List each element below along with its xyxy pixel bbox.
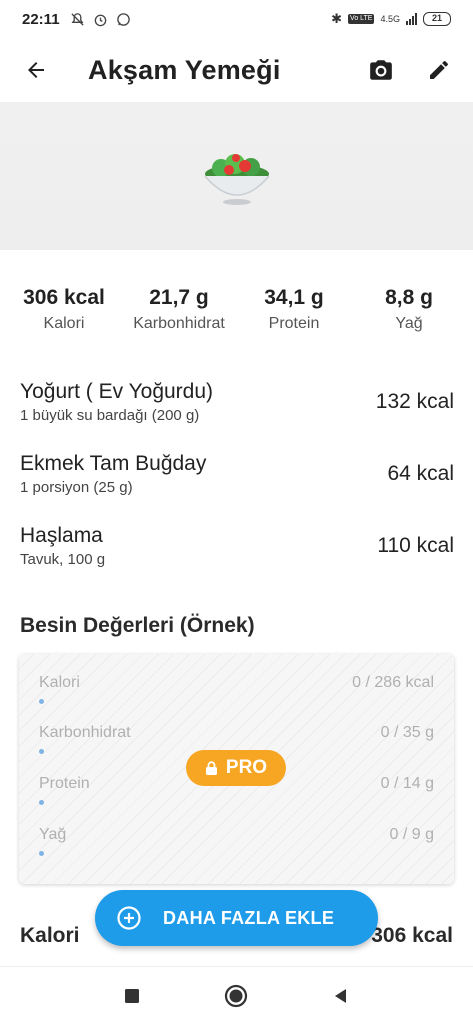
edit-button[interactable] (417, 48, 461, 92)
pro-button[interactable]: PRO (186, 750, 286, 786)
summary-label: Yağ (395, 315, 423, 332)
status-bar: 22:11 ✱ Vo LTE 4.5G 21 (0, 0, 473, 38)
nutrition-label: Karbonhidrat (39, 724, 131, 741)
food-portion: 1 porsiyon (25 g) (20, 479, 133, 496)
summary-label: Karbonhidrat (133, 315, 225, 332)
pencil-icon (430, 60, 448, 79)
summary-value: 21,7 g (149, 286, 209, 309)
summary-value: 34,1 g (264, 286, 324, 309)
list-item[interactable]: Ekmek Tam Buğday 1 porsiyon (25 g) 64 kc… (20, 438, 454, 510)
nutrition-value: 0 / 286 kcal (352, 674, 434, 691)
add-more-label: DAHA FAZLA EKLE (163, 907, 335, 928)
progress-indicator (39, 800, 44, 805)
network-type: 4.5G (380, 14, 400, 24)
food-name: Yoğurt ( Ev Yoğurdu) (20, 380, 214, 403)
camera-icon (370, 60, 392, 80)
volte-icon: Vo LTE (348, 14, 375, 24)
summary-protein: 34,1 g Protein (238, 286, 350, 333)
status-time: 22:11 (22, 10, 60, 28)
progress-indicator (39, 851, 44, 856)
lock-icon (205, 760, 217, 775)
summary-value: 306 kcal (23, 286, 105, 309)
salad-bowl-icon (203, 154, 270, 205)
summary-fat: 8,8 g Yağ (353, 286, 465, 333)
summary-calories: 306 kcal Kalori (8, 286, 120, 333)
back-nav-button[interactable] (317, 972, 365, 1020)
camera-button[interactable] (359, 48, 403, 92)
food-kcal: 110 kcal (377, 534, 454, 557)
alarm-icon (94, 14, 106, 26)
nutrition-value: 0 / 14 g (380, 775, 434, 792)
nutrition-label: Yağ (39, 826, 67, 843)
summary-label: Kalori (43, 315, 85, 332)
food-portion: 1 büyük su bardağı (200 g) (20, 407, 200, 424)
notifications-off-icon (70, 12, 84, 26)
pro-label: PRO (225, 757, 268, 778)
add-more-button[interactable]: DAHA FAZLA EKLE (95, 890, 378, 946)
total-calories-label: Kalori (20, 924, 80, 947)
add-circle-icon (115, 904, 143, 932)
food-kcal: 132 kcal (375, 390, 454, 413)
triangle-back-icon (334, 988, 346, 1003)
bluetooth-icon: ✱ (331, 11, 343, 26)
progress-indicator (39, 749, 44, 754)
meal-image-area (0, 102, 473, 250)
nutrition-row-calories: Kalori 0 / 286 kcal (39, 674, 434, 704)
total-calories-value: 306 kcal (371, 924, 453, 947)
list-item[interactable]: Haşlama Tavuk, 100 g 110 kcal (20, 510, 454, 582)
square-icon (125, 988, 140, 1003)
app-bar: Akşam Yemeği (0, 38, 473, 102)
summary-carbs: 21,7 g Karbonhidrat (123, 286, 235, 333)
nutrition-card: Kalori 0 / 286 kcal Karbonhidrat 0 / 35 … (19, 654, 454, 884)
nutrition-row-fat: Yağ 0 / 9 g (39, 826, 434, 856)
nutrition-value: 0 / 9 g (389, 826, 434, 843)
back-button[interactable] (8, 42, 64, 98)
food-kcal: 64 kcal (387, 462, 454, 485)
battery-icon: 21 (423, 12, 451, 26)
food-portion: Tavuk, 100 g (20, 551, 106, 568)
circle-icon (225, 984, 248, 1007)
recents-button[interactable] (108, 972, 156, 1020)
nutrition-value: 0 / 35 g (380, 724, 434, 741)
food-list: Yoğurt ( Ev Yoğurdu) 1 büyük su bardağı … (20, 366, 454, 582)
macro-summary: 306 kcal Kalori 21,7 g Karbonhidrat 34,1… (0, 286, 473, 333)
page-title: Akşam Yemeği (88, 54, 281, 85)
system-nav-bar (0, 966, 473, 1024)
arrow-back-icon (28, 62, 44, 78)
list-item[interactable]: Yoğurt ( Ev Yoğurdu) 1 büyük su bardağı … (20, 366, 454, 438)
food-name: Ekmek Tam Buğday (20, 452, 207, 475)
nutrition-title: Besin Değerleri (Örnek) (20, 614, 255, 637)
whatsapp-icon (116, 12, 130, 26)
progress-indicator (39, 699, 44, 704)
summary-value: 8,8 g (385, 286, 433, 309)
summary-label: Protein (268, 315, 320, 332)
food-name: Haşlama (20, 524, 103, 547)
signal-icon (406, 13, 417, 25)
home-button[interactable] (212, 972, 260, 1020)
